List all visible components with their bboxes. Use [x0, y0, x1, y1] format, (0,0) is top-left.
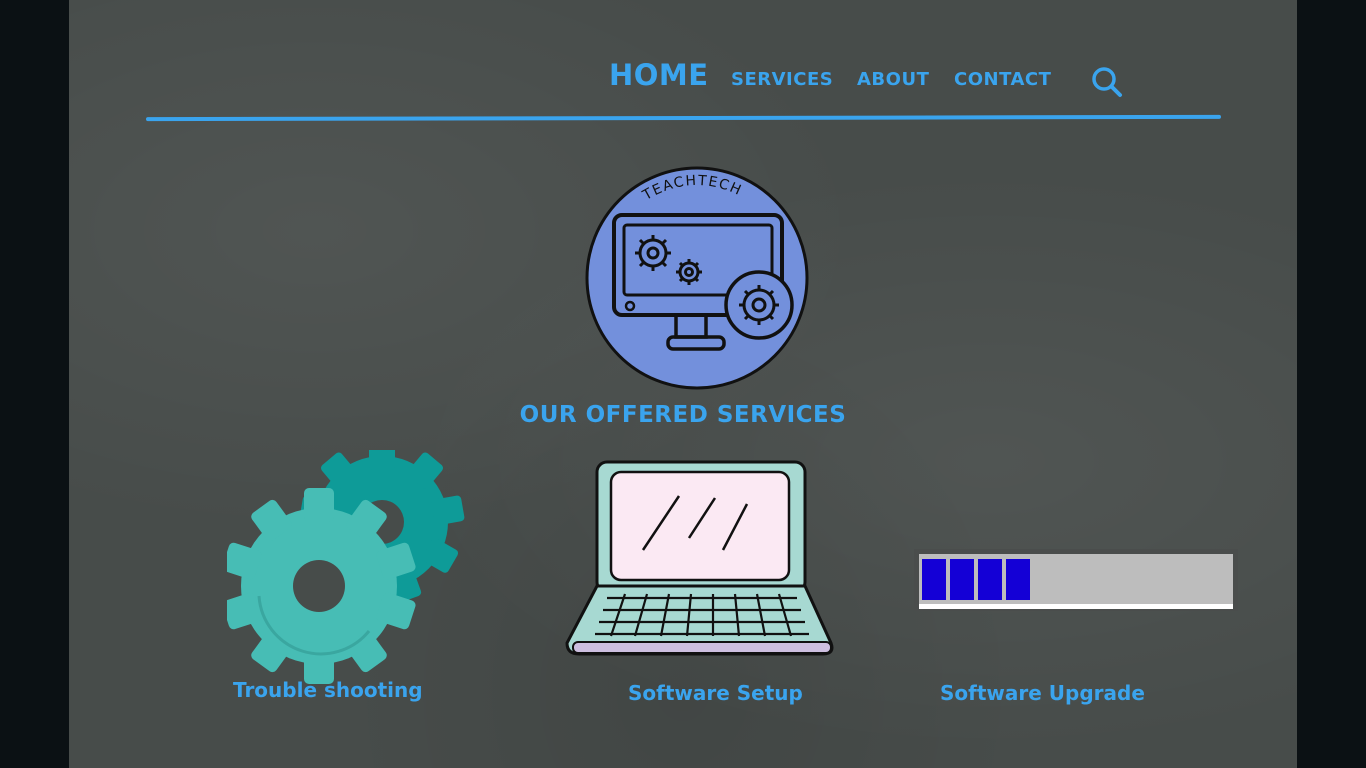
nav-contact-link[interactable]: CONTACT: [954, 69, 1051, 90]
nav-home-link[interactable]: HOME: [609, 58, 709, 92]
nav-divider: [145, 114, 1222, 122]
progress-block: [1006, 559, 1030, 600]
nav-about-link[interactable]: ABOUT: [857, 69, 929, 90]
service-troubleshooting-label[interactable]: Trouble shooting: [233, 678, 423, 702]
service-software-upgrade-label[interactable]: Software Upgrade: [940, 681, 1145, 705]
service-software-setup-label[interactable]: Software Setup: [628, 681, 803, 705]
services-title: OUR OFFERED SERVICES: [519, 402, 847, 428]
nav-services-link[interactable]: SERVICES: [731, 69, 833, 90]
laptop-icon: [565, 458, 837, 658]
progress-block: [950, 559, 974, 600]
top-nav: HOME SERVICES ABOUT CONTACT: [69, 0, 1297, 122]
progress-bar-icon: [914, 549, 1238, 611]
search-icon[interactable]: [1089, 64, 1125, 100]
gears-icon: [222, 440, 467, 690]
progress-block: [978, 559, 1002, 600]
progress-block: [922, 559, 946, 600]
teachtech-logo: TEACHTECH: [584, 165, 810, 391]
page: HOME SERVICES ABOUT CONTACT TEACHTECH OU…: [69, 0, 1297, 768]
